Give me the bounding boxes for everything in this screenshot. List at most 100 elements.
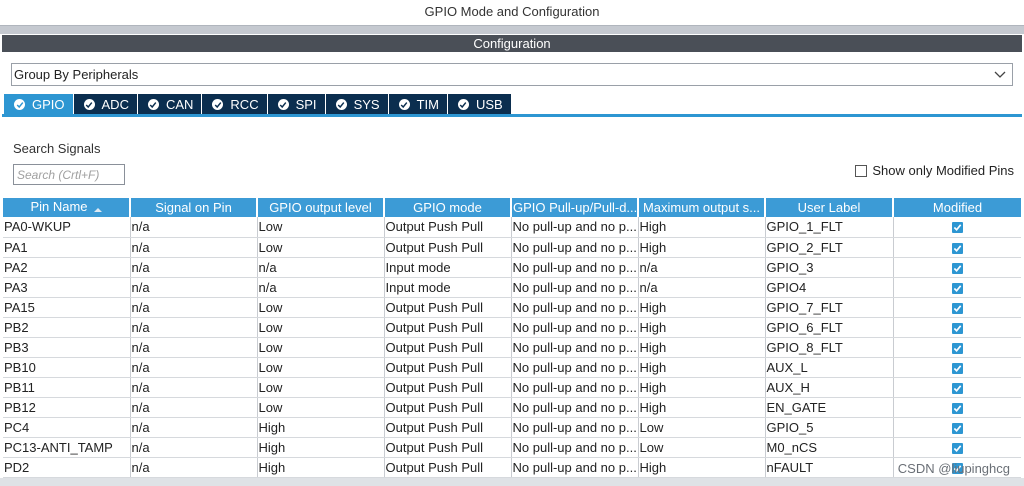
show-modified-checkbox[interactable]	[855, 164, 868, 177]
tab-gpio[interactable]: GPIO	[4, 94, 73, 115]
table-row[interactable]: PA0-WKUP n/a Low Output Push Pull No pull-up…	[3, 217, 1021, 238]
tab-label: SYS	[353, 97, 380, 112]
modified-checkbox[interactable]	[952, 222, 964, 234]
table-cell: Output Push Pull	[384, 237, 512, 258]
table-row[interactable]: PC13-ANTI_TAMP n/a High Output Push Pull No …	[3, 437, 1021, 458]
table-cell: nFAULT	[765, 457, 894, 478]
tab-can[interactable]: CAN	[137, 94, 202, 115]
column-header-label: User Label	[797, 200, 861, 215]
check-circle-icon	[14, 99, 25, 110]
tab-adc[interactable]: ADC	[73, 94, 137, 115]
table-cell: PA2	[3, 257, 131, 278]
column-header[interactable]: GPIO mode	[384, 198, 512, 217]
column-header[interactable]: GPIO Pull-up/Pull-d...	[511, 198, 639, 217]
column-header[interactable]: Pin Name	[3, 198, 131, 217]
column-header[interactable]: Signal on Pin	[130, 198, 258, 217]
tab-label: TIM	[416, 97, 439, 112]
modified-checkbox[interactable]	[952, 442, 964, 454]
table-cell: Low	[257, 397, 385, 418]
table-row[interactable]: PB12 n/a Low Output Push Pull No pull-up and…	[3, 397, 1021, 418]
table-cell: PA3	[3, 277, 131, 298]
table-cell: No pull-up and no p...	[511, 277, 639, 298]
table-cell: Input mode	[384, 257, 512, 278]
table-row[interactable]: PB11 n/a Low Output Push Pull No pull-up and…	[3, 377, 1021, 398]
table-cell: n/a	[130, 237, 258, 258]
table-cell: Output Push Pull	[384, 457, 512, 478]
show-modified-toggle[interactable]: Show only Modified Pins	[855, 163, 1014, 178]
table-cell: n/a	[257, 257, 385, 278]
modified-checkbox[interactable]	[952, 282, 964, 294]
column-header[interactable]: User Label	[765, 198, 894, 217]
table-cell: High	[638, 397, 766, 418]
tab-spi[interactable]: SPI	[267, 94, 325, 115]
tab-rcc[interactable]: RCC	[202, 94, 267, 115]
modified-cell[interactable]	[893, 337, 1021, 358]
check-circle-icon	[147, 99, 159, 110]
table-row[interactable]: PA3 n/a n/a Input mode No pull-up and no p..…	[3, 277, 1021, 298]
table-cell: n/a	[130, 317, 258, 338]
check-circle-icon	[277, 99, 289, 110]
table-cell: PD2	[3, 457, 131, 478]
tab-tim[interactable]: TIM	[388, 94, 447, 115]
table-row[interactable]: PA1 n/a Low Output Push Pull No pull-up and …	[3, 237, 1021, 258]
search-input[interactable]	[13, 164, 125, 185]
table-cell: PA0-WKUP	[3, 217, 131, 238]
column-header[interactable]: Maximum output s...	[638, 198, 766, 217]
modified-checkbox[interactable]	[952, 382, 964, 394]
modified-cell[interactable]	[893, 317, 1021, 338]
check-circle-icon	[212, 99, 224, 110]
modified-cell[interactable]	[893, 437, 1021, 458]
table-cell: Output Push Pull	[384, 337, 512, 358]
table-row[interactable]: PD2 n/a High Output Push Pull No pull-up and…	[3, 457, 1021, 478]
table-cell: Output Push Pull	[384, 377, 512, 398]
check-circle-icon	[335, 99, 347, 110]
modified-cell[interactable]	[893, 357, 1021, 378]
table-cell: High	[638, 297, 766, 318]
modified-checkbox[interactable]	[952, 342, 964, 354]
table-row[interactable]: PC4 n/a High Output Push Pull No pull-up and…	[3, 417, 1021, 438]
watermark: CSDN @liupinghcg	[897, 461, 1010, 476]
column-header-label: GPIO output level	[269, 200, 372, 215]
table-row[interactable]: PA15 n/a Low Output Push Pull No pull-up and…	[3, 297, 1021, 318]
modified-checkbox[interactable]	[952, 302, 964, 314]
column-header[interactable]: GPIO output level	[257, 198, 385, 217]
table-cell: No pull-up and no p...	[511, 217, 639, 238]
modified-checkbox[interactable]	[952, 322, 964, 334]
table-cell: n/a	[130, 397, 258, 418]
column-header[interactable]: Modified	[893, 198, 1021, 217]
table-cell: PC13-ANTI_TAMP	[3, 437, 131, 458]
modified-cell[interactable]	[893, 257, 1021, 278]
modified-cell[interactable]	[893, 417, 1021, 438]
table-cell: GPIO_2_FLT	[765, 237, 894, 258]
modified-checkbox[interactable]	[952, 362, 964, 374]
table-cell: GPIO_5	[765, 417, 894, 438]
table-cell: GPIO_6_FLT	[765, 317, 894, 338]
table-cell: Input mode	[384, 277, 512, 298]
table-cell: PA1	[3, 237, 131, 258]
modified-cell[interactable]	[893, 397, 1021, 418]
table-row[interactable]: PB10 n/a Low Output Push Pull No pull-up and…	[3, 357, 1021, 378]
configuration-header: Configuration	[2, 35, 1022, 52]
modified-cell[interactable]	[893, 277, 1021, 298]
column-header-label: Signal on Pin	[155, 200, 232, 215]
modified-checkbox[interactable]	[952, 402, 964, 414]
modified-checkbox[interactable]	[952, 422, 964, 434]
modified-cell[interactable]	[893, 217, 1021, 238]
modified-cell[interactable]	[893, 377, 1021, 398]
modified-cell[interactable]	[893, 237, 1021, 258]
table-row[interactable]: PB3 n/a Low Output Push Pull No pull-up and …	[3, 337, 1021, 358]
table-row[interactable]: PA2 n/a n/a Input mode No pull-up and no p..…	[3, 257, 1021, 278]
check-circle-icon	[398, 99, 410, 110]
table-cell: n/a	[130, 297, 258, 318]
table-cell: Low	[257, 317, 385, 338]
table-cell: High	[638, 217, 766, 238]
tab-usb[interactable]: USB	[447, 94, 511, 115]
modified-checkbox[interactable]	[952, 262, 964, 274]
group-by-select[interactable]: Group By Peripherals	[11, 63, 1013, 86]
modified-cell[interactable]	[893, 297, 1021, 318]
table-cell: M0_nCS	[765, 437, 894, 458]
tab-sys[interactable]: SYS	[325, 94, 388, 115]
modified-checkbox[interactable]	[952, 242, 964, 254]
table-cell: Output Push Pull	[384, 317, 512, 338]
table-row[interactable]: PB2 n/a Low Output Push Pull No pull-up and …	[3, 317, 1021, 338]
